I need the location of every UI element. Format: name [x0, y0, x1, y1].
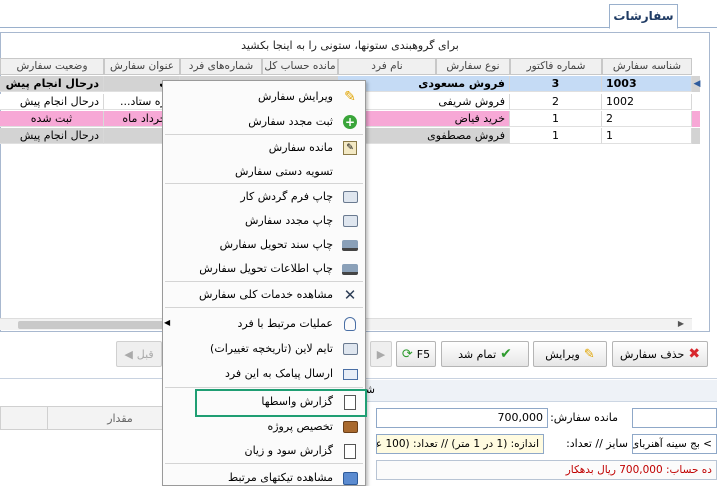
scroll-right-icon[interactable]: ▶ [675, 318, 687, 330]
cell-invoice-no: 2 [510, 94, 602, 110]
header-order-type[interactable]: نوع سفارش [436, 58, 510, 75]
printer-icon [341, 212, 359, 230]
check-icon: ✔ [500, 346, 512, 362]
tools-icon: ✕ [343, 286, 357, 304]
cell-invoice-no: 1 [510, 128, 602, 144]
delete-order-button[interactable]: ✖ حذف سفارش [612, 341, 708, 367]
notepad-icon: ✎ [341, 139, 359, 157]
pencil-icon: ✎ [344, 89, 356, 105]
size-count-field[interactable]: اندازه: (1 در 1 متر) // تعداد: (100 عد [376, 434, 544, 454]
highlight-focus-box [195, 389, 367, 417]
plus-circle-icon: + [343, 115, 357, 129]
account-balance-text: ده حساب: 700,000 ریال بدهکار [376, 460, 717, 480]
printer-icon [341, 188, 359, 206]
menu-item-reorder[interactable]: ثبت مجدد سفارش [163, 110, 365, 133]
envelope-icon [341, 365, 359, 383]
tab-orders[interactable]: سفارشات [609, 4, 678, 29]
edit-button[interactable]: ✎ ویرایش [533, 341, 607, 367]
header-person[interactable]: نام فرد [338, 58, 436, 75]
refresh-icon: ⟳ [401, 346, 413, 362]
menu-item-print-delivery-doc[interactable]: چاپ سند تحویل سفارش [163, 233, 365, 256]
arrow-left-icon: ◀ [124, 347, 133, 361]
menu-item-print-workflow[interactable]: چاپ فرم گردش کار [163, 185, 365, 208]
submenu-arrow-icon: ◀ [164, 318, 171, 327]
close-icon: ✖ [688, 346, 701, 362]
product-field-top[interactable] [632, 408, 717, 428]
cell-order-id: 1 [602, 128, 692, 144]
row-indicator-icon: ◀ [693, 79, 701, 89]
next-button[interactable]: ▶ [370, 341, 392, 367]
header-invoice-no[interactable]: شماره فاکتور [510, 58, 602, 75]
header-title[interactable]: عنوان سفارش [104, 58, 180, 75]
cell-order-id: 1003 [602, 76, 692, 92]
cell-status: درحال انجام پیش [0, 128, 104, 144]
printer-icon [341, 340, 359, 358]
cell-order-id: 1002 [602, 94, 692, 110]
quantity-label: مقدار [107, 412, 133, 425]
cell-status: درحال انجام پیش [0, 94, 104, 110]
menu-item-view-services[interactable]: مشاهده خدمات کلی سفارش [163, 283, 365, 306]
menu-separator [165, 134, 363, 135]
menu-separator [165, 463, 363, 464]
header-person-no[interactable]: شماره‌های فرد [180, 58, 262, 75]
menu-separator [165, 281, 363, 282]
cell-status: درحال انجام پیش [0, 76, 104, 92]
menu-item-profit-loss-report[interactable]: گزارش سود و زیان [163, 439, 365, 462]
menu-item-reprint-order[interactable]: چاپ مجدد سفارش [163, 209, 365, 232]
cell-status: ثبت شده [0, 111, 104, 127]
menu-item-send-sms[interactable]: ارسال پیامک به این فرد [163, 362, 365, 385]
size-count-label: سایز // تعداد: [566, 437, 628, 450]
report-icon [341, 442, 359, 460]
briefcase-icon [341, 418, 359, 436]
header-order-id[interactable]: شناسه سفارش [602, 58, 692, 75]
cell-order-id: 2 [602, 111, 692, 127]
ticket-icon [341, 469, 359, 486]
arrow-right-icon: ▶ [376, 347, 386, 361]
menu-separator [165, 307, 363, 308]
remaining-order-label: مانده سفارش: [550, 411, 618, 424]
product-field[interactable]: > بج سینه آهنربای [632, 434, 717, 454]
truck-icon [341, 260, 359, 278]
menu-item-assign-project[interactable]: تخصیص پروژه [163, 415, 365, 438]
pencil-icon: ✎ [583, 346, 595, 362]
menu-item-edit-order[interactable]: ویرایش سفارش [163, 85, 365, 108]
description-header [360, 380, 717, 402]
cell-invoice-no: 1 [510, 111, 602, 127]
header-status[interactable]: وضعیت سفارش [0, 58, 104, 75]
menu-item-manual-settle[interactable]: تسویه دستی سفارش [163, 160, 365, 183]
menu-item-remaining[interactable]: مانده سفارش [163, 136, 365, 159]
remaining-order-field[interactable]: 700,000 [376, 408, 548, 428]
truck-icon [341, 236, 359, 254]
group-by-hint[interactable]: برای گروهبندی ستونها، ستونی را به اینجا … [0, 36, 700, 56]
quantity-column-spacer [0, 406, 48, 430]
menu-separator [165, 183, 363, 184]
menu-item-person-operations[interactable]: عملیات مرتبط با فرد [163, 312, 365, 335]
header-balance[interactable]: مانده حساب کل [262, 58, 338, 75]
menu-item-timeline[interactable]: تایم لاین (تاریخچه تغییرات) [163, 337, 365, 360]
person-icon [341, 315, 359, 333]
menu-item-print-delivery-info[interactable]: چاپ اطلاعات تحویل سفارش [163, 257, 365, 280]
cell-invoice-no: 3 [510, 76, 602, 92]
menu-item-view-tickets[interactable]: مشاهده تیکتهای مرتبط [163, 466, 365, 486]
menu-separator [165, 387, 363, 388]
prev-button[interactable]: قبل ◀ [116, 341, 162, 367]
done-button[interactable]: ✔ تمام شد [441, 341, 529, 367]
refresh-button[interactable]: ⟳ F5 [396, 341, 436, 367]
